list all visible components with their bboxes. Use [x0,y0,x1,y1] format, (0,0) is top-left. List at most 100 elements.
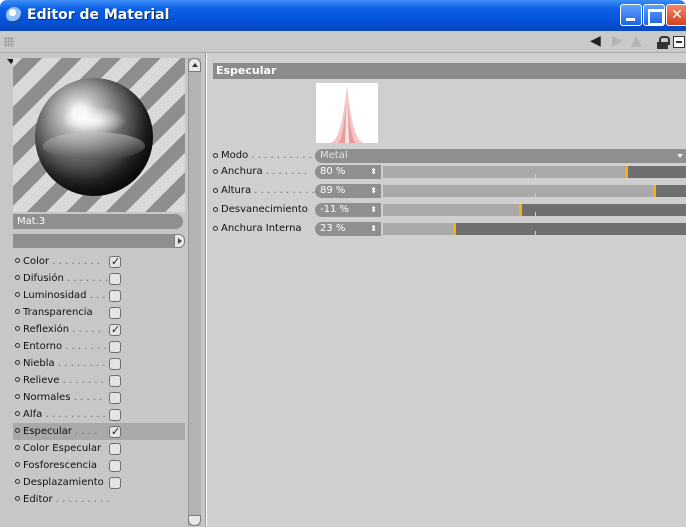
mode-select[interactable]: Metal [315,149,686,163]
slider-handle[interactable] [519,204,522,216]
animate-dot-icon[interactable] [213,207,218,212]
leader-dots: . . . . . [70,392,103,403]
animate-dot-icon[interactable] [213,188,218,193]
inner_width-row: Anchura Interna 23 % ⬍ [211,222,686,236]
channel-item[interactable]: Niebla . . . . . . . . [13,355,185,372]
spinner-arrows-icon[interactable]: ⬍ [370,184,377,198]
channel-item[interactable]: Desplazamiento [13,474,185,491]
channel-item[interactable]: Reflexión . . . . . [13,321,185,338]
bullet-icon [15,258,20,263]
channel-item[interactable]: Difusión . . . . . . . [13,270,185,287]
falloff-field[interactable]: -11 % ⬍ [315,203,381,217]
animate-dot-icon[interactable] [213,169,218,174]
inner_width-field[interactable]: 23 % ⬍ [315,222,381,236]
leader-dots: . . . . . . . . [49,256,100,267]
height-slider[interactable] [383,185,686,197]
width-field[interactable]: 80 % ⬍ [315,165,381,179]
channel-label: Niebla [23,358,55,369]
height-field[interactable]: 89 % ⬍ [315,184,381,198]
bullet-icon [15,360,20,365]
channel-item[interactable]: Normales . . . . . [13,389,185,406]
leader-dots: . . . . . . . . . [52,494,110,505]
channel-checkbox[interactable] [109,253,121,270]
channel-item[interactable]: Color Especular [13,440,185,457]
material-sidebar: Mat.3 Color . . . . . . . .Difusión . . … [0,53,206,527]
slider-handle[interactable] [453,223,456,235]
channel-checkbox[interactable] [109,477,121,489]
expand-arrow-icon[interactable] [174,234,185,248]
maximize-icon [644,5,664,25]
width-slider[interactable] [383,166,686,178]
channel-checkbox[interactable] [109,307,121,319]
material-bar[interactable] [13,234,183,248]
channel-label: Especular [23,426,72,437]
material-preview[interactable] [13,58,185,212]
scroll-up-icon[interactable] [188,58,201,72]
spinner-arrows-icon[interactable]: ⬍ [370,165,377,179]
channel-checkbox[interactable] [109,290,121,302]
bullet-icon [15,411,20,416]
material-name-field[interactable]: Mat.3 [13,214,183,229]
height-row: Altura . . . . . . . . . . 89 % ⬍ [211,184,686,198]
width-label: Anchura . . . . . . . [221,166,308,177]
maximize-button[interactable] [643,4,665,26]
arrow-left-icon[interactable]: ◀ [590,33,601,49]
animate-dot-icon[interactable] [213,153,218,158]
arrow-right-icon[interactable]: ▶ [612,33,623,49]
bullet-icon [15,428,20,433]
channel-checkbox[interactable] [109,423,121,440]
channel-label: Fosforescencia [23,460,98,471]
falloff-slider[interactable] [383,204,686,216]
chevron-down-icon [677,154,683,158]
channel-checkbox[interactable] [109,273,121,285]
bullet-icon [15,479,20,484]
channel-item[interactable]: Transparencia [13,304,185,321]
width-value: 80 % [320,166,346,177]
arrow-up-icon[interactable]: ▲ [631,33,642,49]
channel-label: Desplazamiento [23,477,104,488]
title-bar[interactable]: Editor de Material ✕ [0,0,686,31]
channel-checkbox[interactable] [109,321,121,338]
bullet-icon [15,309,20,314]
channel-item[interactable]: Entorno . . . . . . . [13,338,185,355]
animate-dot-icon[interactable] [213,226,218,231]
height-label: Altura . . . . . . . . . . [221,185,315,196]
channel-checkbox[interactable] [109,443,121,455]
channel-item[interactable]: Editor . . . . . . . . . [13,491,185,508]
slider-handle[interactable] [625,166,628,178]
channel-label: Luminosidad [23,290,87,301]
channel-item[interactable]: Fosforescencia [13,457,185,474]
spinner-arrows-icon[interactable]: ⬍ [370,203,377,217]
channel-checkbox[interactable] [109,409,121,421]
channel-list: Color . . . . . . . .Difusión . . . . . … [13,253,185,508]
minimize-button[interactable] [620,4,642,26]
channel-item[interactable]: Alfa . . . . . . . . . . [13,406,185,423]
new-window-icon[interactable] [673,36,685,48]
sidebar-scrollbar[interactable] [188,58,201,526]
channel-checkbox[interactable] [109,341,121,353]
inner_width-slider[interactable] [383,223,686,235]
channel-checkbox[interactable] [109,392,121,404]
channel-checkbox[interactable] [109,358,121,370]
channel-item[interactable]: Relieve . . . . . . . [13,372,185,389]
channel-checkbox[interactable] [109,460,121,472]
lock-icon[interactable] [657,36,670,49]
grip-icon[interactable] [4,37,14,47]
channel-label: Entorno [23,341,63,352]
mode-value: Metal [320,150,348,161]
scroll-down-icon[interactable] [188,515,201,526]
section-header: Especular [213,63,686,79]
bullet-icon [15,496,20,501]
app-icon[interactable] [6,7,22,23]
channel-item[interactable]: Especular . . . . [13,423,185,440]
specular-curve-preview [316,83,378,143]
close-button[interactable]: ✕ [666,4,686,26]
channel-checkbox[interactable] [109,375,121,387]
spinner-arrows-icon[interactable]: ⬍ [370,222,377,236]
channel-item[interactable]: Luminosidad . . . [13,287,185,304]
slider-handle[interactable] [653,185,656,197]
bullet-icon [15,343,20,348]
channel-label: Reflexión [23,324,70,335]
channel-item[interactable]: Color . . . . . . . . [13,253,185,270]
channel-label: Editor [23,494,53,505]
